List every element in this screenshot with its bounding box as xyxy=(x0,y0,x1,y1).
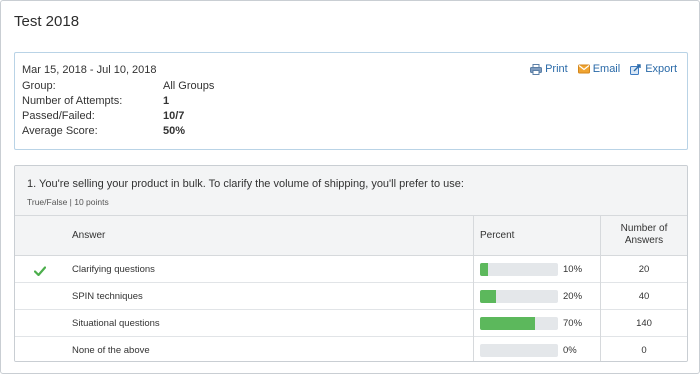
question-card: 1. You're selling your product in bulk. … xyxy=(14,165,688,362)
percent-value: 20% xyxy=(563,291,583,302)
question-meta: True/False | 10 points xyxy=(27,197,109,207)
count-header-line2: Answers xyxy=(624,235,664,246)
percent-value: 10% xyxy=(563,264,583,275)
count-column-header: Number of Answers xyxy=(600,223,687,247)
answer-count: 20 xyxy=(638,264,650,275)
summary-value: 1 xyxy=(163,95,170,107)
summary-row-group: Group: All Groups xyxy=(22,80,322,94)
percent-value: 0% xyxy=(563,345,577,356)
summary-row-passed-failed: Passed/Failed: 10/7 xyxy=(22,110,322,124)
question-text: 1. You're selling your product in bulk. … xyxy=(27,178,464,190)
column-divider xyxy=(473,216,474,361)
table-row: None of the above 0% 0 xyxy=(15,337,687,361)
percent-bar xyxy=(480,263,558,276)
checkmark-icon xyxy=(33,263,47,281)
percent-bar xyxy=(480,344,558,357)
export-label: Export xyxy=(645,63,677,75)
summary-label: Passed/Failed: xyxy=(22,110,95,122)
answer-label: None of the above xyxy=(72,345,150,356)
summary-label: Number of Attempts: xyxy=(22,95,123,107)
answer-label: Situational questions xyxy=(72,318,160,329)
page-title: Test 2018 xyxy=(14,13,80,30)
answer-label: Clarifying questions xyxy=(72,264,155,275)
printer-icon xyxy=(530,63,543,75)
date-range: Mar 15, 2018 - Jul 10, 2018 xyxy=(22,64,157,76)
email-button[interactable]: Email xyxy=(577,63,621,75)
table-row: Situational questions 70% 140 xyxy=(15,310,687,337)
column-divider xyxy=(600,216,601,361)
answer-count: 140 xyxy=(636,318,652,329)
percent-bar-fill xyxy=(480,263,488,276)
export-button[interactable]: Export xyxy=(630,63,677,75)
answer-label: SPIN techniques xyxy=(72,291,143,302)
summary-row-attempts: Number of Attempts: 1 xyxy=(22,95,322,109)
percent-bar xyxy=(480,290,558,303)
percent-column-header: Percent xyxy=(480,230,515,241)
report-panel: Test 2018 Mar 15, 2018 - Jul 10, 2018 Gr… xyxy=(0,0,700,374)
summary-label: Group: xyxy=(22,80,56,92)
answer-count: 0 xyxy=(641,345,647,356)
export-icon xyxy=(630,63,642,75)
summary-card: Mar 15, 2018 - Jul 10, 2018 Group: All G… xyxy=(14,52,688,150)
report-actions: Print Email Export xyxy=(530,63,677,75)
print-button[interactable]: Print xyxy=(530,63,568,75)
summary-value: 50% xyxy=(163,125,186,137)
print-label: Print xyxy=(545,63,568,75)
answer-count: 40 xyxy=(638,291,650,302)
percent-bar-fill xyxy=(480,290,496,303)
answer-column-header: Answer xyxy=(72,230,106,241)
question-header: 1. You're selling your product in bulk. … xyxy=(15,166,687,216)
summary-row-average-score: Average Score: 50% xyxy=(22,125,322,139)
summary-value: All Groups xyxy=(163,80,215,92)
email-label: Email xyxy=(592,63,621,75)
count-header-line1: Number of xyxy=(620,223,668,234)
envelope-icon xyxy=(577,64,590,74)
table-header: Answer Percent Number of Answers xyxy=(15,216,687,256)
summary-label: Average Score: xyxy=(22,125,98,137)
percent-bar xyxy=(480,317,558,330)
table-row: Clarifying questions 10% 20 xyxy=(15,256,687,283)
percent-value: 70% xyxy=(563,318,583,329)
percent-bar-fill xyxy=(480,317,535,330)
summary-value: 10/7 xyxy=(163,110,185,122)
table-row: SPIN techniques 20% 40 xyxy=(15,283,687,310)
